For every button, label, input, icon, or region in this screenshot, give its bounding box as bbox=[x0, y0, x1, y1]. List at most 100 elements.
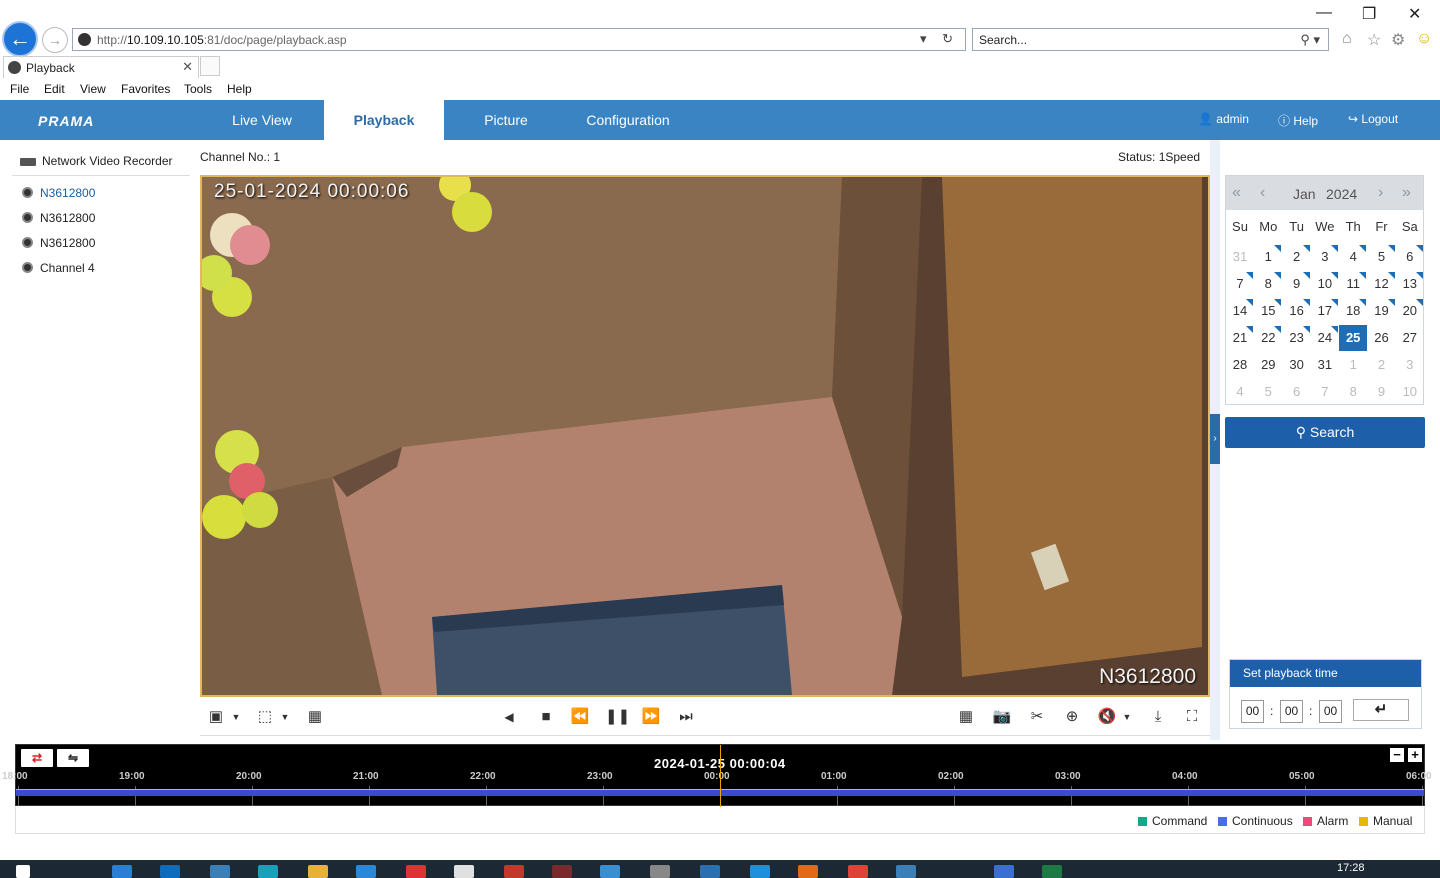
prev-month-icon[interactable]: ‹ bbox=[1260, 184, 1265, 202]
zoom-out-icon[interactable]: − bbox=[1390, 748, 1404, 762]
menu-file[interactable]: File bbox=[10, 82, 29, 96]
tab-playback[interactable]: Playback bbox=[324, 100, 444, 140]
calendar-day[interactable]: 31 bbox=[1311, 352, 1339, 378]
calendar-day[interactable]: 15 bbox=[1254, 298, 1282, 324]
search-icon[interactable]: ⚲ ▾ bbox=[1300, 32, 1320, 48]
tree-root[interactable]: Network Video Recorder bbox=[20, 154, 173, 168]
calendar-day[interactable]: 21 bbox=[1226, 325, 1254, 351]
capture-all-icon[interactable]: ▦ bbox=[305, 708, 325, 726]
calendar-month[interactable]: Jan bbox=[1293, 186, 1316, 202]
hour-input[interactable]: 00 bbox=[1241, 700, 1264, 723]
chevron-down-icon[interactable]: ▼ bbox=[1117, 708, 1137, 726]
calendar-day[interactable]: 12 bbox=[1368, 271, 1396, 297]
collapse-panel-button[interactable]: › bbox=[1210, 414, 1220, 464]
taskbar-app-icon[interactable] bbox=[406, 865, 426, 878]
calendar-day[interactable]: 3 bbox=[1396, 352, 1424, 378]
calendar-day[interactable]: 8 bbox=[1254, 271, 1282, 297]
calendar-day[interactable]: 8 bbox=[1339, 379, 1367, 405]
user-link[interactable]: 👤 admin bbox=[1198, 112, 1249, 126]
taskbar-app-icon[interactable] bbox=[994, 865, 1014, 878]
search-button[interactable]: ⚲ Search bbox=[1225, 417, 1425, 448]
calendar-day[interactable]: 26 bbox=[1368, 325, 1396, 351]
calendar-day[interactable]: 24 bbox=[1311, 325, 1339, 351]
taskbar-excel-icon[interactable] bbox=[1042, 865, 1062, 878]
tree-item-channel-3[interactable]: N3612800 bbox=[22, 236, 95, 250]
browser-search-input[interactable]: Search... ⚲ ▾ bbox=[972, 28, 1329, 51]
fast-forward-icon[interactable]: ⏩ bbox=[641, 708, 661, 726]
minute-input[interactable]: 00 bbox=[1280, 700, 1303, 723]
timeline-cursor[interactable] bbox=[720, 745, 721, 807]
taskbar-app-icon[interactable] bbox=[454, 865, 474, 878]
taskbar-app-icon[interactable] bbox=[504, 865, 524, 878]
stop-icon[interactable]: ■ bbox=[536, 708, 556, 726]
prev-year-icon[interactable]: « bbox=[1232, 184, 1241, 202]
home-icon[interactable]: ⌂ bbox=[1342, 30, 1352, 48]
frame-step-icon[interactable]: ⏭ bbox=[676, 708, 696, 726]
video-viewport[interactable]: 25-01-2024 00:00:06 N3612800 bbox=[200, 175, 1210, 697]
taskbar-outlook-icon[interactable] bbox=[160, 865, 180, 878]
tab-picture[interactable]: Picture bbox=[444, 100, 568, 140]
calendar-day-selected[interactable]: 25 bbox=[1339, 325, 1368, 351]
calendar-day[interactable]: 10 bbox=[1311, 271, 1339, 297]
taskbar-app-icon[interactable] bbox=[750, 865, 770, 878]
download-icon[interactable]: ⤓ bbox=[1148, 708, 1168, 726]
taskbar-app-icon[interactable] bbox=[700, 865, 720, 878]
calendar-day[interactable]: 27 bbox=[1396, 325, 1424, 351]
calendar-day[interactable]: 2 bbox=[1283, 244, 1311, 270]
calendar-day[interactable]: 19 bbox=[1368, 298, 1396, 324]
back-button[interactable]: ← bbox=[2, 21, 38, 57]
audio-icon[interactable]: 🔇 bbox=[1097, 708, 1117, 726]
menu-tools[interactable]: Tools bbox=[184, 82, 212, 96]
close-icon[interactable]: ✕ bbox=[1408, 4, 1421, 24]
taskbar-app-icon[interactable] bbox=[896, 865, 916, 878]
taskbar-edge-icon[interactable] bbox=[258, 865, 278, 878]
calendar-day[interactable]: 4 bbox=[1339, 244, 1367, 270]
calendar-day[interactable]: 18 bbox=[1339, 298, 1367, 324]
calendar-day[interactable]: 5 bbox=[1368, 244, 1396, 270]
tab-configuration[interactable]: Configuration bbox=[568, 100, 688, 140]
menu-view[interactable]: View bbox=[80, 82, 106, 96]
calendar-day[interactable]: 13 bbox=[1396, 271, 1424, 297]
taskbar-folder-icon[interactable] bbox=[308, 865, 328, 878]
zoom-icon[interactable]: ⊕ bbox=[1062, 708, 1082, 726]
fullscreen-icon[interactable]: ⛶ bbox=[1182, 708, 1202, 726]
taskbar-store-icon[interactable] bbox=[356, 865, 376, 878]
tree-item-channel-4[interactable]: Channel 4 bbox=[22, 261, 95, 275]
slow-forward-icon[interactable]: ⏪ bbox=[570, 708, 590, 726]
taskbar-settings-icon[interactable] bbox=[650, 865, 670, 878]
second-input[interactable]: 00 bbox=[1319, 700, 1342, 723]
taskbar-app-icon[interactable] bbox=[112, 865, 132, 878]
new-tab-button[interactable] bbox=[200, 56, 220, 76]
timeline-settings-icon[interactable]: ⇋ bbox=[57, 749, 89, 767]
address-bar[interactable]: http://10.109.10.105:81/doc/page/playbac… bbox=[72, 28, 966, 51]
window-layout-icon[interactable]: ▣ bbox=[206, 708, 226, 726]
calendar-day[interactable]: 28 bbox=[1226, 352, 1254, 378]
smiley-icon[interactable]: ☺ bbox=[1416, 30, 1432, 48]
zoom-in-icon[interactable]: + bbox=[1408, 748, 1422, 762]
clip-scissors-icon[interactable]: ✂ bbox=[1027, 708, 1047, 726]
calendar-day[interactable]: 17 bbox=[1311, 298, 1339, 324]
calendar-day[interactable]: 31 bbox=[1226, 244, 1254, 270]
tree-item-channel-1[interactable]: N3612800 bbox=[22, 186, 95, 200]
go-to-time-button[interactable]: ↵ bbox=[1353, 699, 1409, 721]
menu-favorites[interactable]: Favorites bbox=[121, 82, 170, 96]
next-month-icon[interactable]: › bbox=[1378, 184, 1383, 202]
minimize-icon[interactable]: — bbox=[1316, 4, 1332, 22]
stop-all-icon[interactable]: ▦ bbox=[956, 708, 976, 726]
menu-edit[interactable]: Edit bbox=[44, 82, 65, 96]
calendar-day[interactable]: 30 bbox=[1283, 352, 1311, 378]
next-year-icon[interactable]: » bbox=[1402, 184, 1411, 202]
calendar-day[interactable]: 1 bbox=[1254, 244, 1282, 270]
calendar-day[interactable]: 16 bbox=[1283, 298, 1311, 324]
tab-close-icon[interactable]: ✕ bbox=[182, 59, 193, 75]
calendar-day[interactable]: 10 bbox=[1396, 379, 1424, 405]
taskbar-ie-icon[interactable] bbox=[600, 865, 620, 878]
calendar-day[interactable]: 2 bbox=[1368, 352, 1396, 378]
calendar-day[interactable]: 7 bbox=[1226, 271, 1254, 297]
taskbar-app-icon[interactable] bbox=[210, 865, 230, 878]
calendar-day[interactable]: 3 bbox=[1311, 244, 1339, 270]
camera-snapshot-icon[interactable]: 📷 bbox=[992, 708, 1012, 726]
calendar-day[interactable]: 1 bbox=[1339, 352, 1367, 378]
browser-tab[interactable]: Playback ✕ bbox=[3, 56, 199, 78]
restore-icon[interactable]: ❐ bbox=[1362, 4, 1376, 24]
